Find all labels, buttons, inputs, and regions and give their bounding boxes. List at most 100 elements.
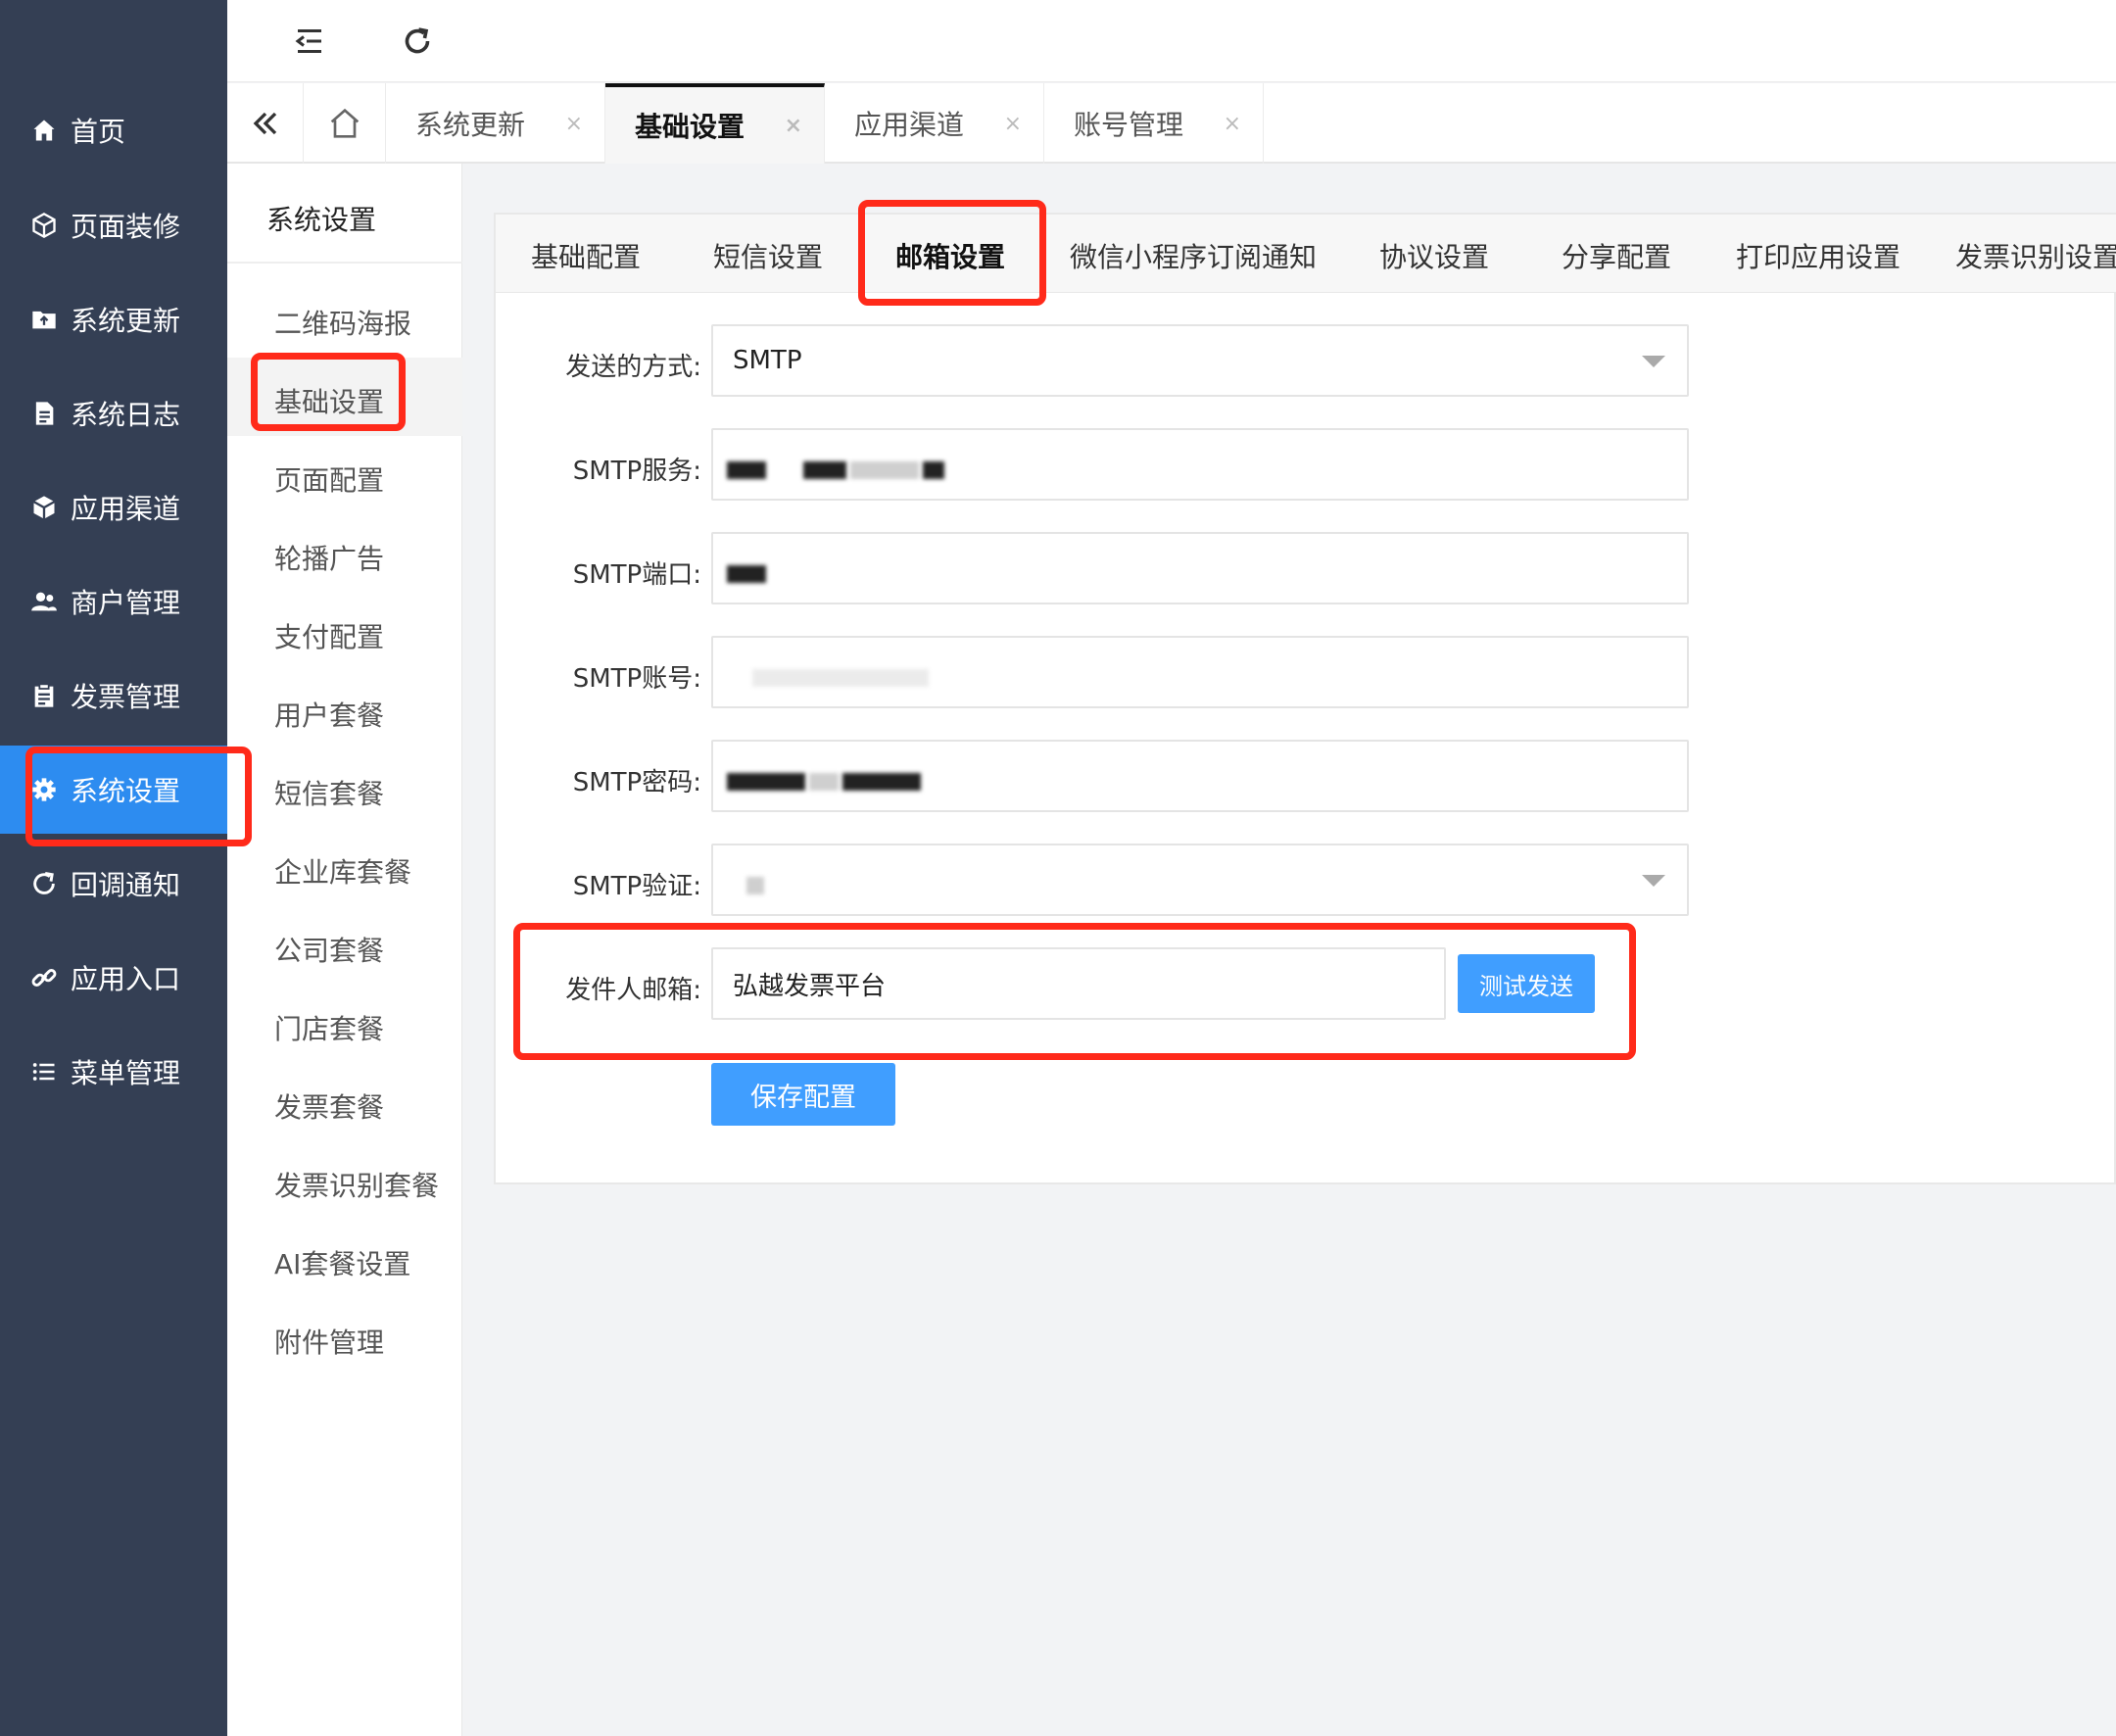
sidebar-item-label: 系统设置: [71, 775, 181, 807]
redacted-value: [842, 773, 921, 791]
submenu-item-store-package[interactable]: 门店套餐: [274, 1008, 384, 1047]
save-config-button[interactable]: 保存配置: [711, 1063, 895, 1126]
submenu-item-invoice-package[interactable]: 发票套餐: [274, 1086, 384, 1126]
close-icon[interactable]: ×: [1224, 112, 1241, 136]
send-method-value: SMTP: [733, 346, 802, 375]
smtp-verify-select[interactable]: [711, 844, 1689, 916]
test-send-button[interactable]: 测试发送: [1458, 954, 1595, 1013]
tab-agreement[interactable]: 协议设置: [1379, 236, 1489, 275]
sidebar-item-invoice[interactable]: 发票管理: [0, 651, 227, 740]
smtp-verify-label: SMTP验证:: [572, 872, 701, 901]
tab-sms-settings[interactable]: 短信设置: [713, 236, 823, 275]
redacted-value: [850, 461, 919, 479]
submenu-item-company-package[interactable]: 公司套餐: [274, 930, 384, 969]
sidebar-item-page-decoration[interactable]: 页面装修: [0, 181, 227, 269]
sidebar-item-label: 系统更新: [71, 305, 181, 337]
sidebar-item-menu[interactable]: 菜单管理: [0, 1028, 227, 1116]
close-icon[interactable]: ×: [785, 114, 802, 138]
sidebar-item-home[interactable]: 首页: [0, 86, 227, 174]
sidebar-item-app-entry[interactable]: 应用入口: [0, 934, 227, 1022]
clipboard-icon: [29, 681, 59, 710]
tab-label: 账号管理: [1074, 109, 1184, 141]
tab-label: 系统更新: [415, 109, 526, 141]
folder-update-icon: [29, 305, 59, 334]
smtp-account-label: SMTP账号:: [572, 664, 701, 694]
list-icon: [29, 1057, 59, 1086]
submenu-item-carousel-ads[interactable]: 轮播广告: [274, 538, 384, 577]
redacted-value: [746, 877, 764, 894]
tab-email-settings[interactable]: 邮箱设置: [895, 236, 1005, 275]
gear-icon: [29, 775, 59, 804]
redacted-value: [803, 461, 846, 479]
sidebar-item-label: 商户管理: [71, 587, 181, 619]
sidebar-item-label: 应用渠道: [71, 493, 181, 525]
document-icon: [29, 399, 59, 428]
smtp-port-label: SMTP端口:: [572, 560, 701, 590]
send-method-label: 发送的方式:: [565, 353, 701, 382]
tab-app-channel[interactable]: 应用渠道 ×: [825, 83, 1044, 164]
sidebar-item-merchant[interactable]: 商户管理: [0, 557, 227, 646]
redacted-value: [923, 461, 944, 479]
submenu-item-sms-package[interactable]: 短信套餐: [274, 773, 384, 812]
smtp-server-label: SMTP服务:: [572, 457, 701, 486]
smtp-password-label: SMTP密码:: [572, 768, 701, 797]
tab-share-config[interactable]: 分享配置: [1562, 236, 1671, 275]
send-method-select[interactable]: SMTP: [711, 324, 1689, 397]
sender-email-label: 发件人邮箱:: [565, 976, 701, 1005]
submenu-item-payment-config[interactable]: 支付配置: [274, 616, 384, 655]
submenu-title: 系统设置: [266, 204, 377, 236]
tab-wechat-subscribe[interactable]: 微信小程序订阅通知: [1070, 236, 1317, 275]
submenu-item-attachments[interactable]: 附件管理: [274, 1322, 384, 1361]
smtp-port-input[interactable]: [711, 532, 1689, 604]
sender-email-input[interactable]: 弘越发票平台: [711, 947, 1446, 1020]
sidebar-item-callback[interactable]: 回调通知: [0, 840, 227, 928]
submenu-item-ai-package[interactable]: AI套餐设置: [274, 1243, 410, 1282]
sidebar-item-label: 菜单管理: [71, 1057, 181, 1089]
submenu-item-invoice-ocr-package[interactable]: 发票识别套餐: [274, 1165, 439, 1204]
submenu-item-page-config[interactable]: 页面配置: [274, 459, 384, 499]
redacted-value: [727, 565, 766, 583]
smtp-server-input[interactable]: [711, 428, 1689, 501]
sidebar-item-label: 首页: [71, 116, 126, 148]
tab-account-management[interactable]: 账号管理 ×: [1044, 83, 1264, 164]
collapse-menu-icon[interactable]: [286, 18, 333, 65]
close-icon[interactable]: ×: [1004, 112, 1022, 136]
users-icon: [29, 587, 59, 616]
tab-basic-settings[interactable]: 基础设置 ×: [605, 83, 825, 164]
sidebar-item-system-update[interactable]: 系统更新: [0, 275, 227, 363]
chevron-down-icon: [1642, 356, 1665, 367]
sidebar: 首页 页面装修 系统更新 系统日志 应用渠道 商户管理 发票管理 系统设置 回调…: [0, 0, 227, 1736]
tab-system-update[interactable]: 系统更新 ×: [386, 83, 605, 164]
tab-print-app[interactable]: 打印应用设置: [1736, 236, 1900, 275]
link-icon: [29, 963, 59, 992]
close-icon[interactable]: ×: [565, 112, 583, 136]
smtp-password-input[interactable]: [711, 740, 1689, 812]
redacted-value: [809, 773, 839, 791]
home-tab-icon[interactable]: [304, 83, 386, 164]
home-icon: [29, 116, 59, 145]
refresh-icon[interactable]: [394, 18, 441, 65]
sidebar-item-system-log[interactable]: 系统日志: [0, 369, 227, 458]
submenu-item-basic-settings[interactable]: 基础设置: [274, 381, 384, 420]
tab-label: 基础设置: [635, 111, 745, 143]
tab-basic-config[interactable]: 基础配置: [531, 236, 641, 275]
refresh-icon: [29, 869, 59, 898]
submenu-item-user-package[interactable]: 用户套餐: [274, 695, 384, 734]
smtp-account-input[interactable]: [711, 636, 1689, 708]
redacted-value: [727, 773, 805, 791]
tabs-scroll-left-icon[interactable]: [227, 83, 304, 164]
submenu-item-enterprise-package[interactable]: 企业库套餐: [274, 851, 411, 891]
page-tabs: 系统更新 × 基础设置 × 应用渠道 × 账号管理 ×: [227, 83, 2116, 164]
redacted-value: [727, 461, 766, 479]
top-header: [227, 0, 2116, 82]
tab-invoice-ocr[interactable]: 发票识别设置: [1955, 236, 2116, 275]
submenu-item-qrcode-poster[interactable]: 二维码海报: [274, 303, 411, 342]
tab-label: 应用渠道: [854, 109, 965, 141]
chevron-down-icon: [1642, 875, 1665, 887]
package-icon: [29, 493, 59, 522]
sidebar-item-system-settings[interactable]: 系统设置: [0, 746, 227, 834]
sidebar-item-label: 发票管理: [71, 681, 181, 713]
sidebar-item-app-channel[interactable]: 应用渠道: [0, 463, 227, 552]
redacted-value: [752, 669, 929, 687]
sidebar-item-label: 系统日志: [71, 399, 181, 431]
